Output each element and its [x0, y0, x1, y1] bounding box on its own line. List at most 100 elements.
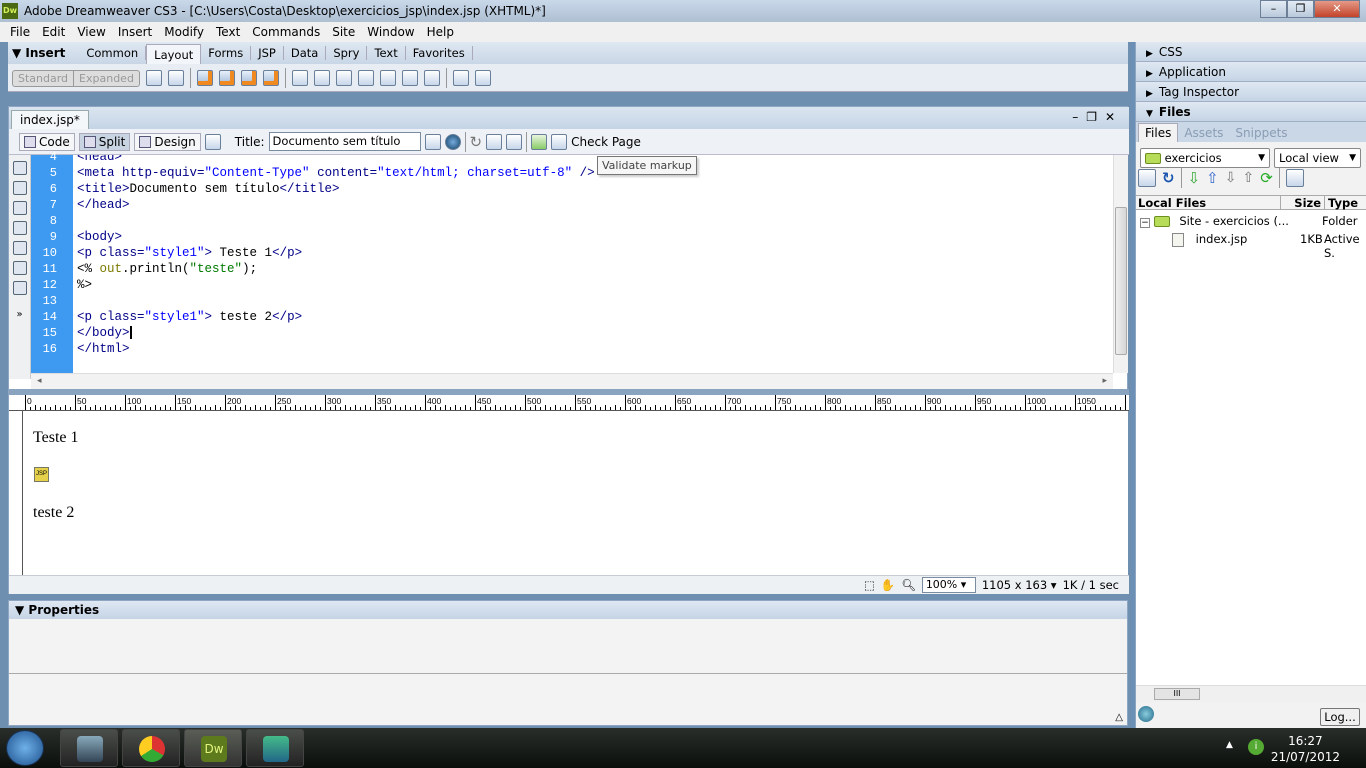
zoom-select[interactable]: 100% ▾: [921, 577, 976, 593]
put-files-icon[interactable]: ⇧: [1206, 169, 1219, 187]
select-tool-icon[interactable]: ⬚: [864, 578, 875, 592]
layer-icon[interactable]: [167, 70, 184, 86]
live-data-icon[interactable]: [204, 133, 221, 150]
layout-cell-icon[interactable]: [474, 70, 491, 86]
code-line[interactable]: <meta http-equiv="Content-Type" content=…: [77, 165, 1112, 181]
code-vertical-scrollbar[interactable]: [1113, 155, 1128, 373]
spry-collapsible-panel-icon[interactable]: [262, 70, 279, 86]
balance-braces-icon[interactable]: [12, 261, 27, 275]
refresh-files-icon[interactable]: ↻: [1162, 169, 1175, 187]
spry-accordion-icon[interactable]: [240, 70, 257, 86]
document-title-input[interactable]: Documento sem título: [268, 132, 421, 151]
log-button[interactable]: Log...: [1320, 708, 1360, 726]
visual-aids-icon[interactable]: [506, 133, 523, 150]
files-horizontal-scrollbar[interactable]: III: [1136, 685, 1366, 702]
code-horizontal-scrollbar[interactable]: ◂ ▸: [31, 373, 1113, 389]
minimize-button[interactable]: –: [1260, 0, 1287, 18]
code-view-button[interactable]: Code: [19, 132, 75, 151]
insert-tab-forms[interactable]: Forms: [201, 46, 252, 60]
view-select[interactable]: Local view ▼: [1274, 148, 1361, 168]
standard-mode-button[interactable]: Standard: [13, 71, 73, 86]
file-row-index-jsp[interactable]: index.jsp 1KB Active S.: [1172, 232, 1366, 260]
code-line[interactable]: <% out.println("teste");: [77, 261, 1112, 277]
jsp-code-icon[interactable]: JSP: [34, 467, 49, 482]
menu-file[interactable]: File: [4, 25, 36, 39]
zoom-tool-icon[interactable]: 🔍︎: [901, 578, 916, 592]
menu-help[interactable]: Help: [421, 25, 460, 39]
code-line[interactable]: </head>: [77, 197, 1112, 213]
insert-row-below-icon[interactable]: [335, 70, 352, 86]
site-log-icon[interactable]: [1138, 706, 1154, 722]
tab-files[interactable]: Files: [1138, 123, 1179, 142]
insert-tab-text[interactable]: Text: [367, 46, 406, 60]
collapse-selection-icon[interactable]: [12, 201, 27, 215]
get-files-icon[interactable]: ⇩: [1188, 169, 1201, 187]
insert-tab-common[interactable]: Common: [79, 46, 147, 60]
insert-tab-jsp[interactable]: JSP: [251, 46, 284, 60]
document-tab[interactable]: index.jsp*: [11, 110, 89, 129]
code-line[interactable]: </body>: [77, 325, 1112, 341]
insert-tab-layout[interactable]: Layout: [146, 44, 202, 64]
code-line[interactable]: <p class="style1"> Teste 1</p>: [77, 245, 1112, 261]
menu-insert[interactable]: Insert: [112, 25, 158, 39]
taskbar-chrome[interactable]: [122, 729, 180, 767]
column-type[interactable]: Type: [1325, 196, 1358, 210]
expanded-mode-button[interactable]: Expanded: [73, 70, 139, 86]
collapse-full-tag-icon[interactable]: [12, 181, 27, 195]
check-page-button[interactable]: Check Page: [571, 135, 641, 149]
column-size[interactable]: Size: [1281, 196, 1325, 210]
spry-menu-bar-icon[interactable]: [196, 70, 213, 86]
menu-edit[interactable]: Edit: [36, 25, 71, 39]
expand-panel-icon[interactable]: [1285, 169, 1304, 187]
close-button[interactable]: ✕: [1314, 0, 1360, 18]
window-size-select[interactable]: 1105 x 163 ▾: [982, 578, 1057, 592]
clock[interactable]: 16:27 21/07/2012: [1271, 733, 1340, 765]
insert-panel-toggle[interactable]: ▼ Insert: [12, 46, 65, 60]
frames-icon[interactable]: [423, 70, 440, 86]
column-local-files[interactable]: Local Files: [1136, 196, 1281, 210]
menu-window[interactable]: Window: [361, 25, 420, 39]
properties-header[interactable]: ▼ Properties: [9, 601, 1127, 619]
expand-all-icon[interactable]: [12, 221, 27, 235]
maximize-button[interactable]: ❐: [1287, 0, 1314, 18]
check-out-icon[interactable]: ⇩: [1225, 170, 1237, 186]
line-numbers-icon[interactable]: [12, 281, 27, 295]
tab-assets[interactable]: Assets: [1178, 124, 1229, 142]
open-documents-icon[interactable]: [12, 161, 27, 175]
validate-markup-icon[interactable]: [531, 133, 548, 150]
code-line[interactable]: [77, 293, 1112, 309]
design-view[interactable]: Teste 1 JSP teste 2: [23, 411, 1128, 575]
file-row-site[interactable]: − Site - exercicios (... Folder: [1140, 214, 1364, 228]
insert-column-right-icon[interactable]: [379, 70, 396, 86]
table-grid-icon[interactable]: [291, 70, 308, 86]
menu-text[interactable]: Text: [210, 25, 246, 39]
taskbar-app-4[interactable]: [246, 729, 304, 767]
select-parent-tag-icon[interactable]: [12, 241, 27, 255]
taskbar-dreamweaver[interactable]: Dw: [184, 729, 242, 767]
check-in-icon[interactable]: ⇧: [1242, 170, 1254, 186]
document-window-controls[interactable]: –❐✕: [1072, 110, 1123, 124]
info-icon[interactable]: i: [1248, 739, 1264, 755]
panel-tag-inspector[interactable]: ▶ Tag Inspector: [1136, 82, 1366, 102]
design-view-button[interactable]: Design: [134, 132, 201, 151]
connect-icon[interactable]: [1138, 169, 1156, 187]
layout-table-icon[interactable]: [452, 70, 469, 86]
code-line[interactable]: [77, 213, 1112, 229]
insert-tab-data[interactable]: Data: [284, 46, 327, 60]
design-paragraph-2[interactable]: teste 2: [33, 504, 74, 522]
table-icon[interactable]: [145, 70, 162, 86]
split-view-button[interactable]: Split: [78, 132, 131, 151]
code-editor[interactable]: <head> <meta http-equiv="Content-Type" co…: [77, 155, 1112, 373]
expand-properties-icon[interactable]: △: [1115, 712, 1123, 723]
tab-snippets[interactable]: Snippets: [1229, 124, 1293, 142]
view-options-icon[interactable]: [486, 133, 503, 150]
insert-tab-spry[interactable]: Spry: [326, 46, 368, 60]
code-line[interactable]: <title>Documento sem título</title>: [77, 181, 1112, 197]
insert-tab-favorites[interactable]: Favorites: [406, 46, 473, 60]
insert-row-above-icon[interactable]: [313, 70, 330, 86]
insert-column-left-icon[interactable]: [357, 70, 374, 86]
menu-commands[interactable]: Commands: [246, 25, 326, 39]
hand-tool-icon[interactable]: ✋: [881, 578, 895, 592]
synchronize-icon[interactable]: ⟳: [1260, 169, 1273, 187]
start-button[interactable]: [6, 730, 44, 766]
